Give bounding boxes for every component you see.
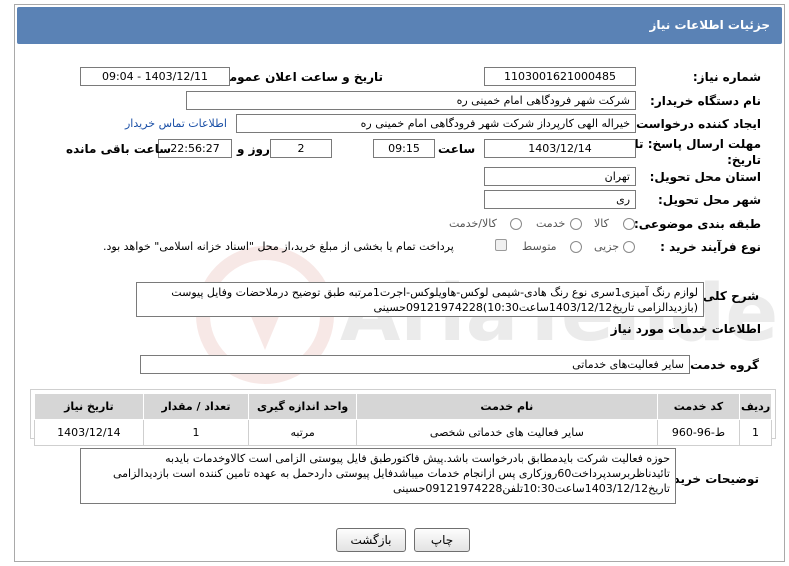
category-radio-service[interactable] — [570, 218, 582, 230]
category-radio-goods-service[interactable] — [510, 218, 522, 230]
buyer-org-label: نام دستگاه خریدار: — [650, 94, 761, 108]
items-table: ردیف کد خدمت نام خدمت واحد اندازه گیری ت… — [34, 393, 772, 446]
col-header-quantity: تعداد / مقدار — [142, 393, 250, 420]
buyer-org-field[interactable]: شرکت شهر فرودگاهی امام خمینی ره — [186, 91, 636, 110]
requester-label: ایجاد کننده درخواست: — [631, 117, 761, 131]
city-label: شهر محل تحویل: — [657, 193, 761, 207]
deadline-time-label: ساعت — [438, 142, 476, 156]
cell-row-num: 1 — [739, 419, 772, 446]
deadline-date-field[interactable]: 1403/12/14 — [484, 139, 636, 158]
deadline-label-line1: مهلت ارسال پاسخ: تا — [634, 137, 762, 151]
cell-need-date: 1403/12/14 — [34, 419, 144, 446]
buyer-contact-link[interactable]: اطلاعات تماس خریدار — [125, 117, 227, 130]
cell-quantity: 1 — [142, 419, 250, 446]
announce-label: تاریخ و ساعت اعلان عمومی: — [212, 70, 383, 84]
deadline-time-field[interactable]: 09:15 — [373, 139, 435, 158]
category-label: طبقه بندی موضوعی: — [633, 217, 761, 231]
province-label: استان محل تحویل: — [649, 170, 761, 184]
treasury-checkbox[interactable] — [495, 239, 507, 251]
print-button[interactable]: چاپ — [414, 528, 470, 552]
category-option-goods: کالا — [594, 217, 609, 230]
process-option-medium: متوسط — [522, 240, 557, 253]
category-option-service: خدمت — [536, 217, 566, 230]
col-header-row-num: ردیف — [739, 393, 772, 420]
col-header-unit: واحد اندازه گیری — [248, 393, 357, 420]
back-button[interactable]: بازگشت — [336, 528, 406, 552]
announce-field[interactable]: 1403/12/11 - 09:04 — [80, 67, 230, 86]
services-title: اطلاعات خدمات مورد نیاز — [610, 322, 761, 336]
deadline-days-label: روز و — [237, 142, 270, 156]
cell-unit: مرتبه — [248, 419, 357, 446]
treasury-checkbox-label: پرداخت تمام یا بخشی از مبلغ خرید،از محل … — [103, 240, 454, 253]
service-group-label: گروه خدمت: — [685, 358, 759, 372]
process-radio-medium[interactable] — [570, 241, 582, 253]
service-group-field[interactable]: سایر فعالیت‌های خدماتی — [140, 355, 690, 374]
need-number-label: شماره نیاز: — [692, 70, 761, 84]
cell-service-name: سایر فعالیت های خدماتی شخصی — [355, 419, 658, 446]
items-table-header-row: ردیف کد خدمت نام خدمت واحد اندازه گیری ت… — [34, 393, 772, 420]
requester-field[interactable]: خیراله الهی کارپرداز شرکت شهر فرودگاهی ا… — [236, 114, 636, 133]
process-radio-minor[interactable] — [623, 241, 635, 253]
table-row[interactable]: 1 ط-96-960 سایر فعالیت های خدماتی شخصی م… — [34, 419, 772, 446]
category-radio-goods[interactable] — [623, 218, 635, 230]
col-header-service-code: کد خدمت — [656, 393, 741, 420]
buyer-notes-textarea[interactable]: حوزه فعالیت شرکت بایدمطابق بادرخواست باش… — [80, 448, 676, 504]
category-option-goods-service: کالا/خدمت — [449, 217, 497, 230]
need-number-field[interactable]: 1103001621000485 — [484, 67, 636, 86]
process-label: نوع فرآیند خرید : — [660, 240, 761, 254]
process-option-minor: جزیی — [594, 240, 620, 253]
col-header-need-date: تاریخ نیاز — [34, 393, 144, 420]
col-header-service-name: نام خدمت — [355, 393, 658, 420]
province-field[interactable]: تهران — [484, 167, 636, 186]
deadline-remaining-label: ساعت باقی مانده — [66, 142, 172, 156]
summary-textarea[interactable]: لوازم رنگ آمیزی1سری نوع رنگ هادی-شیمی لو… — [136, 282, 704, 317]
deadline-days-field[interactable]: 2 — [270, 139, 332, 158]
page-title: جزئیات اطلاعات نیاز — [17, 7, 782, 44]
city-field[interactable]: ری — [484, 190, 636, 209]
deadline-label-line2: تاریخ: — [727, 153, 761, 167]
cell-service-code: ط-96-960 — [656, 419, 741, 446]
